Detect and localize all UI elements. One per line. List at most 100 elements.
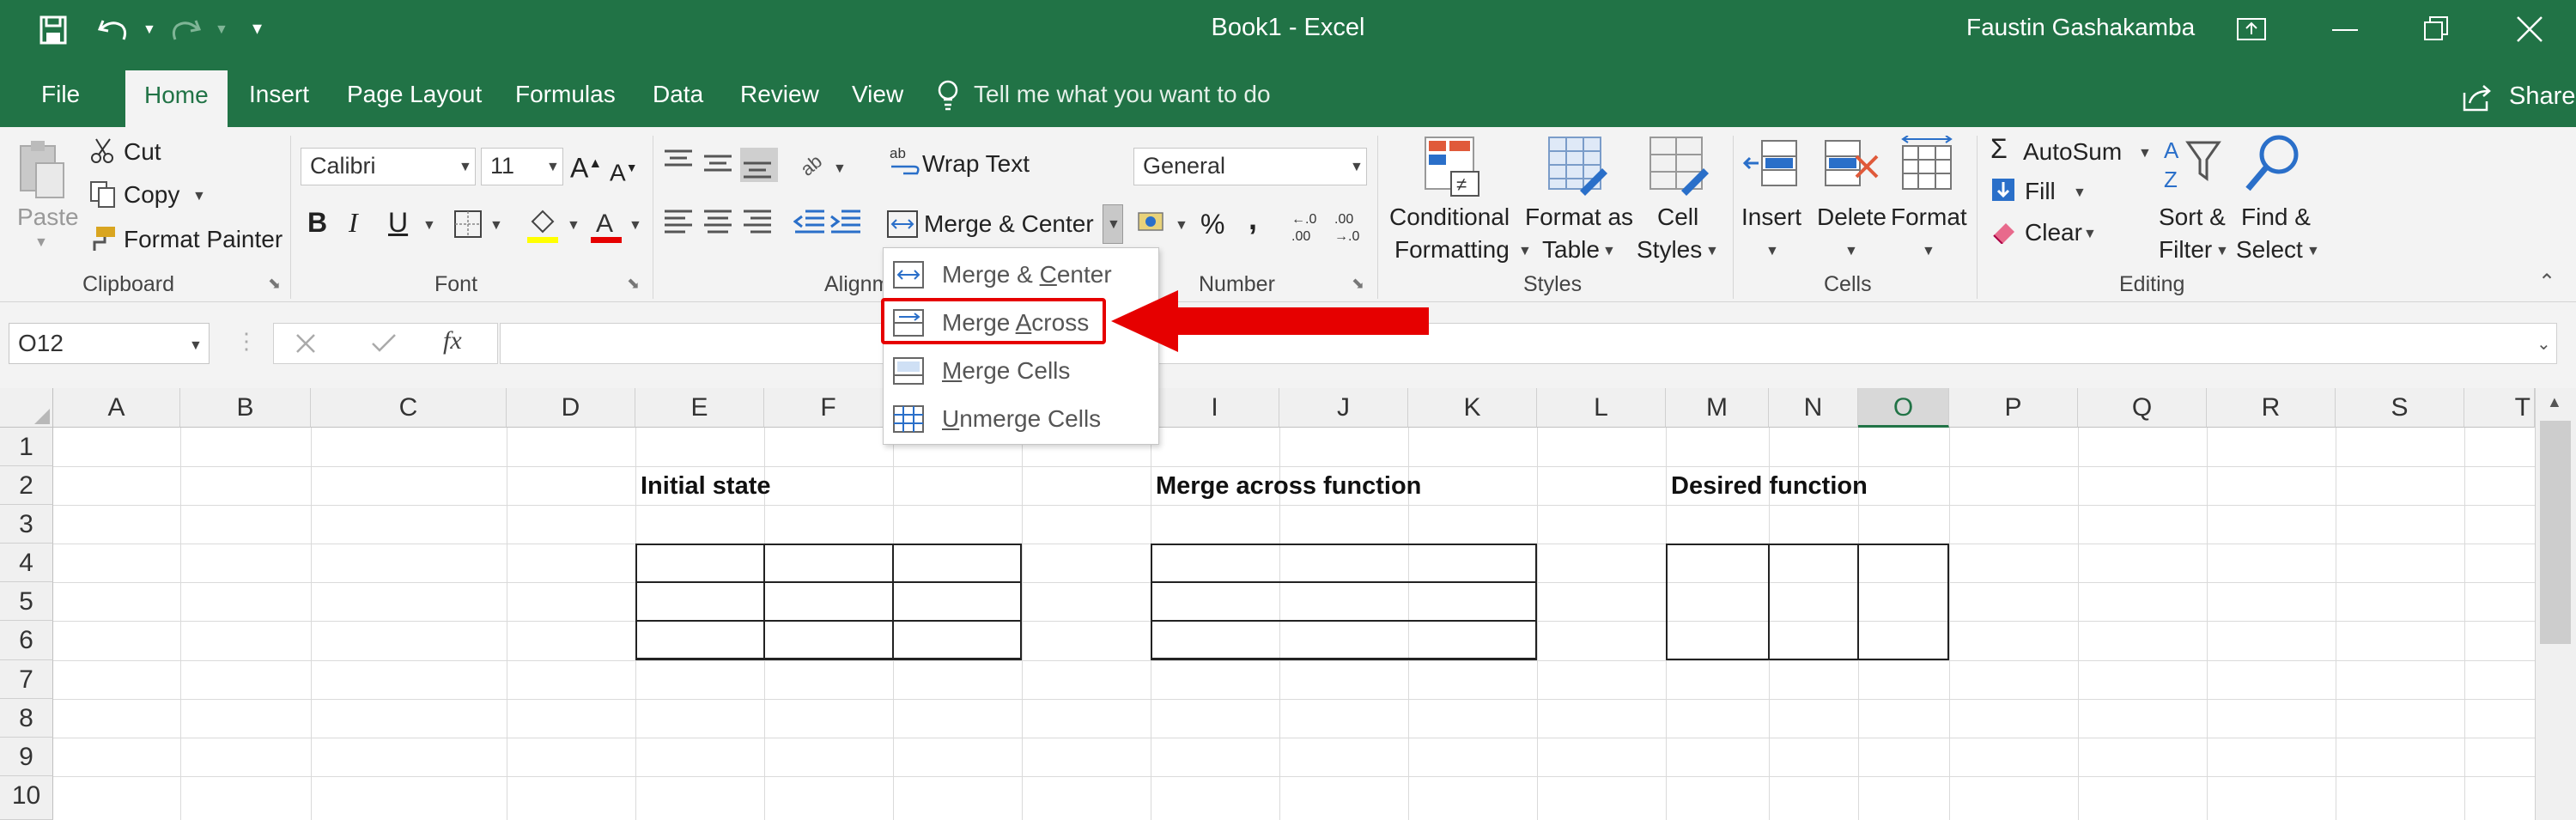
ribbon-display-options-icon[interactable] — [2236, 17, 2267, 41]
row-header[interactable]: 2 — [0, 466, 53, 505]
menu-item-merge-cells[interactable]: Merge Cells — [884, 348, 1158, 396]
conditional-formatting-label-2[interactable]: Formatting — [1394, 235, 1510, 264]
fill-color-dropdown-icon[interactable]: ▼ — [567, 218, 580, 234]
orientation-icon[interactable]: ab — [795, 144, 829, 179]
tab-file[interactable]: File — [41, 74, 80, 115]
column-header[interactable]: Q — [2078, 388, 2207, 428]
font-launcher-icon[interactable]: ⬊ — [627, 275, 640, 293]
column-header[interactable]: B — [180, 388, 311, 428]
number-format-dropdown-icon[interactable]: ▼ — [1350, 160, 1364, 175]
copy-button[interactable]: Copy — [124, 180, 179, 210]
orientation-dropdown-icon[interactable]: ▼ — [833, 161, 847, 177]
column-header[interactable]: I — [1151, 388, 1279, 428]
conditional-formatting-dropdown-icon[interactable]: ▼ — [1518, 244, 1532, 259]
cut-button[interactable]: Cut — [124, 137, 161, 167]
font-color-icon[interactable]: A — [589, 206, 623, 244]
share-icon[interactable] — [2461, 82, 2494, 112]
percent-button[interactable]: % — [1200, 210, 1224, 239]
autosum-dropdown-icon[interactable]: ▼ — [2138, 146, 2152, 161]
horizontal-align-icons[interactable] — [661, 208, 781, 239]
clipboard-launcher-icon[interactable]: ⬊ — [268, 275, 281, 293]
paste-dropdown-icon[interactable]: ▼ — [34, 235, 48, 251]
number-format-select[interactable]: General — [1133, 148, 1367, 185]
delete-cells-dropdown-icon[interactable]: ▼ — [1844, 244, 1858, 259]
tab-home[interactable]: Home — [125, 70, 228, 127]
expand-formula-bar-icon[interactable]: ⌄ — [2537, 333, 2551, 355]
sort-filter-label-1[interactable]: Sort & — [2159, 203, 2226, 232]
column-header[interactable]: J — [1279, 388, 1408, 428]
italic-button[interactable]: I — [349, 208, 358, 237]
clear-dropdown-icon[interactable]: ▼ — [2083, 227, 2097, 242]
find-select-label-2[interactable]: Select — [2236, 235, 2303, 264]
column-header[interactable]: N — [1769, 388, 1858, 428]
row-header[interactable]: 6 — [0, 621, 53, 660]
user-name[interactable]: Faustin Gashakamba — [1966, 14, 2195, 41]
column-header[interactable]: S — [2336, 388, 2464, 428]
share-button[interactable]: Share — [2509, 82, 2575, 111]
borders-dropdown-icon[interactable]: ▼ — [489, 218, 503, 234]
column-header[interactable]: L — [1537, 388, 1666, 428]
wrap-text-button[interactable]: Wrap Text — [922, 149, 1030, 179]
column-header[interactable]: A — [53, 388, 180, 428]
menu-item-unmerge-cells[interactable]: Unmerge Cells — [884, 396, 1158, 444]
fill-color-icon[interactable] — [526, 206, 560, 244]
paste-icon[interactable] — [15, 137, 67, 199]
tab-data[interactable]: Data — [653, 74, 703, 115]
column-header[interactable]: M — [1666, 388, 1769, 428]
fill-dropdown-icon[interactable]: ▼ — [2073, 185, 2087, 201]
copy-dropdown-icon[interactable]: ▼ — [192, 189, 206, 204]
sort-filter-label-2[interactable]: Filter — [2159, 235, 2212, 264]
format-cells-button[interactable]: Format — [1891, 203, 1967, 232]
tell-me-input[interactable]: Tell me what you want to do — [974, 81, 1271, 108]
column-header[interactable]: D — [507, 388, 635, 428]
currency-dropdown-icon[interactable]: ▼ — [1175, 218, 1188, 234]
insert-cells-dropdown-icon[interactable]: ▼ — [1765, 244, 1779, 259]
underline-button[interactable]: U — [388, 208, 408, 237]
decrease-font-icon[interactable]: A▼ — [610, 153, 638, 187]
column-header[interactable]: R — [2207, 388, 2336, 428]
underline-dropdown-icon[interactable]: ▼ — [422, 218, 436, 234]
name-box-dropdown-icon[interactable]: ▼ — [189, 338, 203, 354]
font-name-select[interactable]: Calibri — [301, 148, 476, 185]
tab-view[interactable]: View — [852, 74, 903, 115]
tab-insert[interactable]: Insert — [249, 74, 309, 115]
insert-cells-button[interactable]: Insert — [1741, 203, 1801, 232]
worksheet-grid[interactable]: A B C D E F I J K L M N O P Q R S T 1 2 … — [0, 388, 2576, 820]
font-color-dropdown-icon[interactable]: ▼ — [629, 218, 642, 234]
row-header[interactable]: 10 — [0, 776, 53, 820]
save-icon[interactable] — [39, 15, 67, 45]
conditional-formatting-label-1[interactable]: Conditional — [1389, 203, 1510, 232]
tab-review[interactable]: Review — [740, 74, 819, 115]
fill-button[interactable]: Fill — [2025, 177, 2056, 206]
borders-icon[interactable] — [453, 210, 483, 239]
insert-function-button[interactable]: fx — [443, 326, 462, 355]
undo-icon[interactable] — [96, 15, 131, 45]
column-header[interactable]: F — [764, 388, 893, 428]
tab-page-layout[interactable]: Page Layout — [347, 74, 482, 115]
currency-icon[interactable] — [1137, 208, 1171, 239]
column-header-selected[interactable]: O — [1858, 388, 1949, 428]
undo-dropdown-icon[interactable]: ▼ — [143, 22, 156, 38]
cell-styles-label-2[interactable]: Styles — [1637, 235, 1702, 264]
row-header[interactable]: 1 — [0, 428, 53, 466]
bold-button[interactable]: B — [307, 208, 327, 237]
scroll-up-icon[interactable]: ▲ — [2547, 393, 2562, 411]
row-header[interactable]: 3 — [0, 505, 53, 544]
column-header[interactable]: E — [635, 388, 764, 428]
sort-filter-dropdown-icon[interactable]: ▼ — [2215, 244, 2229, 259]
row-header[interactable]: 7 — [0, 660, 53, 699]
format-as-table-label-1[interactable]: Format as — [1525, 203, 1633, 232]
clear-button[interactable]: Clear — [2025, 218, 2082, 247]
find-select-label-1[interactable]: Find & — [2241, 203, 2311, 232]
collapse-ribbon-icon[interactable]: ⌃ — [2538, 270, 2555, 295]
redo-icon[interactable] — [168, 15, 203, 45]
minimize-icon[interactable] — [2332, 29, 2358, 31]
merge-center-dropdown-button[interactable]: ▼ — [1103, 204, 1123, 244]
name-box[interactable]: O12 — [9, 323, 210, 364]
comma-button[interactable]: , — [1249, 203, 1257, 234]
scrollbar-thumb[interactable] — [2540, 421, 2571, 644]
vertical-align-icons[interactable] — [661, 148, 781, 182]
column-header[interactable]: K — [1408, 388, 1537, 428]
font-size-dropdown-icon[interactable]: ▼ — [546, 160, 560, 175]
confirm-entry-icon[interactable] — [371, 333, 397, 354]
